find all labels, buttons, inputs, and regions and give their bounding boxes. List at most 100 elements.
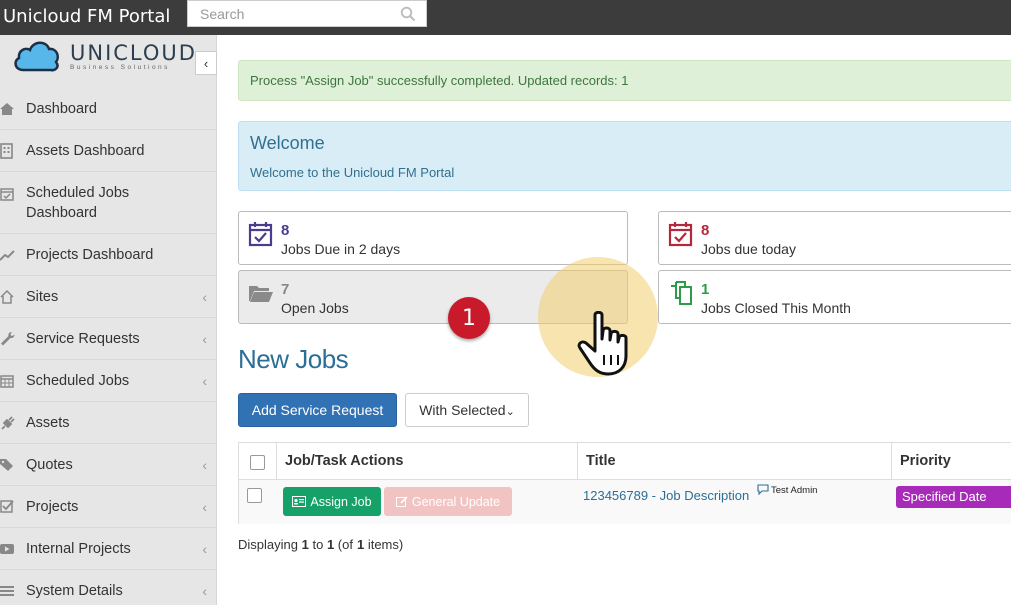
app-title: Unicloud FM Portal (3, 6, 171, 27)
chevron-left-icon: ‹ (202, 582, 207, 599)
sidebar-item-dashboard[interactable]: Dashboard (0, 88, 217, 130)
stat-label: Jobs Closed This Month (701, 300, 851, 316)
sidebar-item-label: Dashboard (26, 100, 97, 117)
home-outline-icon (0, 289, 14, 304)
sidebar-item-label: Scheduled Jobs Dashboard (26, 184, 130, 221)
chevron-left-icon: ‹ (203, 55, 209, 71)
collapse-sidebar-button[interactable]: ‹ (195, 51, 217, 75)
sidebar-item-label: System Details (26, 582, 123, 599)
stat-value: 8 (701, 222, 710, 239)
stat-jobs-due-today[interactable]: 8 Jobs due today (658, 211, 1011, 265)
video-icon (0, 543, 14, 554)
general-update-label: General Update (411, 494, 501, 509)
building-icon (0, 142, 13, 159)
folder-open-icon (249, 286, 273, 302)
tags-icon (0, 458, 13, 471)
select-all-checkbox[interactable] (250, 455, 265, 470)
sidebar-item-label: Assets (26, 414, 70, 431)
column-header[interactable]: Title (586, 453, 616, 469)
alert-text: Process "Assign Job" successfully comple… (250, 73, 629, 88)
sidebar-item-quotes[interactable]: Quotes ‹ (0, 444, 217, 486)
sidebar-item-label: Service Requests (26, 330, 140, 347)
sidebar-item-label: Projects (26, 498, 79, 515)
logo-tagline: Business Solutions (70, 64, 170, 71)
home-icon (0, 102, 14, 115)
stat-value: 8 (281, 222, 290, 239)
logo[interactable]: UNICLOUD Business Solutions (12, 37, 195, 75)
edit-icon (395, 495, 408, 507)
chevron-left-icon: ‹ (202, 288, 207, 305)
stat-label: Open Jobs (281, 300, 349, 316)
wrench-icon (1, 331, 15, 345)
cloud-icon (14, 41, 59, 72)
sidebar-item-label: Assets Dashboard (26, 142, 145, 159)
assign-job-button[interactable]: Assign Job (283, 487, 381, 516)
sidebar-nav: Dashboard Assets Dashboard Scheduled Job… (0, 88, 217, 605)
sidebar-item-sites[interactable]: Sites ‹ (0, 276, 217, 318)
row-checkbox[interactable] (247, 488, 262, 503)
column-header[interactable]: Priority (900, 453, 951, 469)
chevron-left-icon: ‹ (202, 540, 207, 557)
chevron-down-icon: ⌄ (505, 406, 515, 418)
sidebar-item-label: Internal Projects (26, 540, 131, 557)
line-chart-icon (0, 249, 15, 261)
welcome-text: Welcome to the Unicloud FM Portal (250, 165, 455, 180)
with-selected-label: With Selected (419, 402, 506, 418)
sidebar-item-system-details[interactable]: System Details ‹ (0, 570, 217, 605)
sidebar-item-label: Sites (26, 288, 59, 305)
assign-job-label: Assign Job (310, 494, 372, 509)
calendar-check-icon (0, 188, 14, 201)
success-alert: Process "Assign Job" successfully comple… (238, 60, 1011, 101)
sidebar-item-projects[interactable]: Projects ‹ (0, 486, 217, 528)
pager-summary: Displaying 1 to 1 (of 1 items) (238, 537, 404, 552)
step-badge: 1 (448, 297, 490, 339)
stat-label: Jobs Due in 2 days (281, 241, 401, 257)
search-icon[interactable] (400, 6, 416, 22)
list-icon (0, 585, 14, 596)
job-title-link[interactable]: 123456789 - Job Description (583, 488, 749, 503)
table-row: Assign Job General Update 123456789 - Jo… (239, 480, 1011, 524)
chevron-left-icon: ‹ (202, 456, 207, 473)
stat-value: 7 (281, 281, 290, 298)
chevron-left-icon: ‹ (202, 498, 207, 515)
stat-label: Jobs due today (701, 241, 796, 257)
calendar-check-icon (248, 222, 273, 247)
sidebar-item-projects-dashboard[interactable]: Projects Dashboard (0, 234, 217, 276)
column-header[interactable]: Job/Task Actions (285, 453, 403, 469)
sidebar-item-assets[interactable]: Assets (0, 402, 217, 444)
comment-icon[interactable] (757, 484, 769, 495)
sidebar: UNICLOUD Business Solutions ‹ Dashboard … (0, 35, 217, 605)
chevron-left-icon: ‹ (202, 372, 207, 389)
priority-badge: Specified Date (896, 486, 1011, 508)
top-bar: Unicloud FM Portal (0, 0, 1011, 35)
stat-value: 1 (701, 281, 710, 298)
sidebar-item-service-requests[interactable]: Service Requests ‹ (0, 318, 217, 360)
sidebar-item-scheduled-jobs-dashboard[interactable]: Scheduled Jobs Dashboard (0, 172, 217, 234)
sidebar-item-label: Quotes (26, 456, 73, 473)
welcome-panel: Welcome Welcome to the Unicloud FM Porta… (238, 121, 1011, 191)
section-title: New Jobs (238, 344, 349, 374)
search-input[interactable] (188, 1, 388, 26)
sidebar-item-label: Projects Dashboard (26, 246, 154, 263)
stat-jobs-due-2-days[interactable]: 8 Jobs Due in 2 days (238, 211, 628, 265)
hand-pointer-icon (577, 311, 628, 376)
welcome-title: Welcome (250, 133, 325, 153)
id-card-icon (292, 496, 307, 507)
calendar-check-icon (668, 222, 693, 247)
comment-author: Test Admin (771, 485, 818, 496)
stat-jobs-closed-month[interactable]: 1 Jobs Closed This Month (658, 270, 1011, 324)
sidebar-item-assets-dashboard[interactable]: Assets Dashboard (0, 130, 217, 172)
sidebar-item-label: Scheduled Jobs (26, 372, 130, 389)
table-header: Job/Task Actions Title Priority (239, 443, 1011, 480)
checkbox-icon (0, 499, 14, 513)
sidebar-item-internal-projects[interactable]: Internal Projects ‹ (0, 528, 217, 570)
chevron-left-icon: ‹ (202, 330, 207, 347)
search-box[interactable] (187, 0, 427, 27)
plug-icon (1, 415, 15, 430)
logo-name: UNICLOUD (70, 41, 197, 65)
general-update-button[interactable]: General Update (384, 487, 512, 516)
with-selected-dropdown[interactable]: With Selected⌄ (405, 393, 529, 427)
sidebar-item-scheduled-jobs[interactable]: Scheduled Jobs ‹ (0, 360, 217, 402)
add-service-request-button[interactable]: Add Service Request (238, 393, 397, 427)
jobs-table: Job/Task Actions Title Priority Assign J… (238, 442, 1011, 524)
